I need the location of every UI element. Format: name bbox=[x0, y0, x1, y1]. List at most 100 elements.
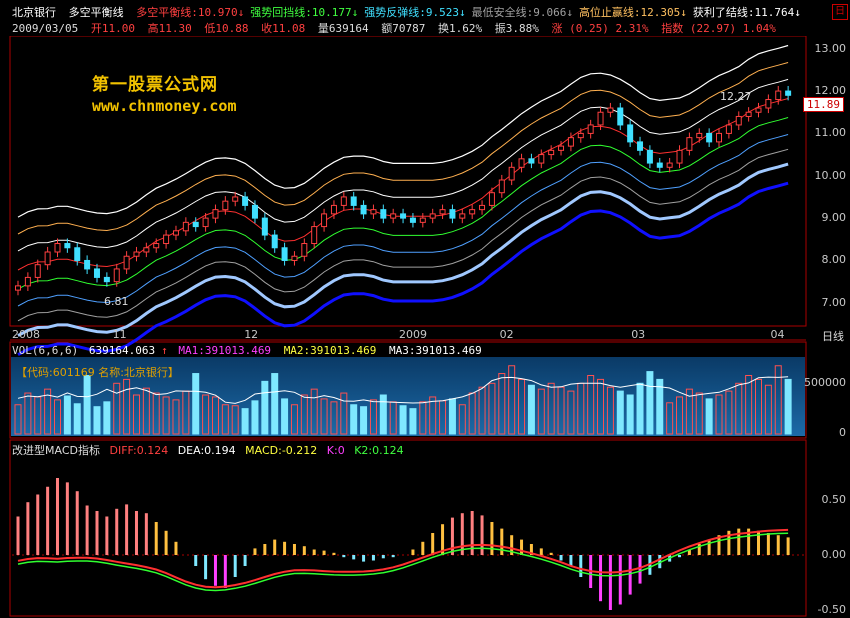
volume-bar bbox=[241, 408, 249, 435]
quote-volume: 量639164 bbox=[317, 22, 369, 35]
quote-low: 低10.88 bbox=[204, 22, 249, 35]
candle-body bbox=[459, 213, 466, 219]
candle-body bbox=[291, 255, 298, 261]
candle-body bbox=[696, 132, 703, 139]
macd-header: 改进型MACD指标 DIFF:0.124 DEA:0.194 MACD:-0.2… bbox=[12, 444, 410, 458]
volume-bar bbox=[261, 380, 269, 435]
indicator-line-1: 强势回挡线:10.177↓ bbox=[250, 6, 359, 19]
candle-body bbox=[775, 90, 782, 101]
restore-icon[interactable]: 日 bbox=[832, 4, 848, 20]
candle-body bbox=[577, 132, 584, 139]
candle-body bbox=[725, 124, 732, 134]
candle-body bbox=[360, 204, 367, 215]
quote-turnover: 换1.62% bbox=[437, 22, 483, 35]
candle-body bbox=[54, 243, 61, 253]
indicator-line-2: 强势反弹线:9.523↓ bbox=[364, 6, 466, 19]
volume-bar bbox=[93, 406, 101, 435]
macd-macd: MACD:-0.212 bbox=[245, 444, 318, 457]
quote-amount: 额70787 bbox=[381, 22, 426, 35]
low-label: 6.81 bbox=[104, 295, 129, 308]
price-tick: 8.00 bbox=[821, 253, 847, 267]
quote-high: 高11.30 bbox=[147, 22, 192, 35]
indicator-line-3: 最低安全线:9.066↓ bbox=[471, 6, 573, 19]
candle-body bbox=[666, 162, 673, 168]
candle-body bbox=[567, 137, 574, 147]
candle-body bbox=[103, 276, 110, 283]
stock-code-line: 【代码:601169 名称:北京银行】 bbox=[16, 366, 179, 379]
period-label[interactable]: 日线 bbox=[822, 328, 844, 344]
candle-body bbox=[745, 111, 752, 117]
quote-header: 2009/03/05 开11.00 高11.30 低10.88 收11.08 量… bbox=[12, 22, 782, 36]
price-tick: 10.00 bbox=[814, 168, 847, 182]
candle-body bbox=[765, 99, 772, 109]
macd-title: 改进型MACD指标 bbox=[12, 444, 100, 457]
candle-body bbox=[153, 243, 160, 249]
band-line-7 bbox=[17, 162, 789, 337]
candle-body bbox=[508, 166, 515, 181]
quote-index: 指数 (22.97) 1.04% bbox=[661, 22, 776, 35]
volume-bar bbox=[399, 405, 407, 435]
volume-bar bbox=[83, 375, 91, 435]
macd-tick: 0.00 bbox=[821, 548, 847, 561]
macd-tick: 0.50 bbox=[821, 493, 847, 506]
quote-open: 开11.00 bbox=[90, 22, 135, 35]
candle-body bbox=[449, 209, 456, 219]
date-tick: 04 bbox=[770, 328, 785, 341]
candle-body bbox=[518, 158, 525, 168]
candle-body bbox=[321, 213, 328, 228]
candle-body bbox=[390, 213, 397, 219]
candle-body bbox=[607, 107, 614, 113]
high-label: 12.27 bbox=[720, 90, 752, 103]
candle-body bbox=[558, 145, 565, 151]
candle-body bbox=[429, 213, 436, 219]
vol-ma3: MA3:391013.469 bbox=[389, 344, 482, 357]
indicator-header: 北京银行 多空平衡线 多空平衡线:10.970↓ 强势回挡线:10.177↓ 强势反… bbox=[12, 6, 813, 20]
candle-body bbox=[785, 90, 792, 96]
candle-body bbox=[202, 217, 209, 228]
stock-name: 北京银行 bbox=[12, 6, 56, 19]
candle-body bbox=[172, 230, 179, 236]
candle-body bbox=[646, 149, 653, 164]
date-tick: 2009 bbox=[399, 328, 427, 341]
price-tick: 12.00 bbox=[814, 84, 847, 98]
indicator-name: 多空平衡线 bbox=[68, 6, 124, 19]
candle-body bbox=[133, 251, 140, 257]
candle-body bbox=[311, 226, 318, 245]
price-tick: 13.00 bbox=[814, 41, 847, 55]
candle-body bbox=[24, 276, 31, 287]
candle-body bbox=[192, 221, 199, 228]
volume-bar bbox=[784, 378, 792, 435]
candle-body bbox=[123, 255, 130, 270]
volume-bar bbox=[360, 406, 368, 435]
candle-body bbox=[716, 132, 723, 143]
price-chart[interactable] bbox=[0, 36, 850, 618]
vol-value: 639164.063 bbox=[88, 344, 156, 357]
candle-body bbox=[44, 251, 51, 266]
volume-bar bbox=[626, 394, 634, 435]
volume-bar bbox=[409, 408, 417, 435]
candle-body bbox=[548, 149, 555, 156]
candle-body bbox=[686, 137, 693, 151]
candle-body bbox=[74, 247, 81, 261]
candle-body bbox=[370, 209, 377, 215]
indicator-line-5: 获利了结线:11.764↓ bbox=[692, 6, 801, 19]
band-line-3 bbox=[17, 98, 789, 271]
candle-body bbox=[271, 234, 278, 249]
volume-header: VOL(6,6,6) 639164.063 ↑ MA1:391013.469 MA… bbox=[12, 344, 482, 357]
candle-body bbox=[15, 285, 21, 291]
price-tick: 7.00 bbox=[821, 295, 847, 309]
quote-change: 涨 (0.25) 2.31% bbox=[551, 22, 649, 35]
volume-bar bbox=[251, 400, 259, 435]
macd-k: K:0 bbox=[326, 444, 345, 457]
candle-body bbox=[340, 196, 347, 206]
candle-body bbox=[251, 204, 258, 219]
macd-frame bbox=[9, 439, 807, 617]
indicator-line-4: 高位止赢线:12.305↓ bbox=[578, 6, 687, 19]
volume-bar bbox=[646, 371, 654, 435]
candle-body bbox=[488, 192, 495, 206]
volume-bar bbox=[616, 390, 624, 435]
candle-body bbox=[755, 107, 762, 113]
price-tick: 9.00 bbox=[821, 211, 847, 225]
candle-body bbox=[330, 204, 337, 215]
candle-body bbox=[400, 213, 407, 219]
